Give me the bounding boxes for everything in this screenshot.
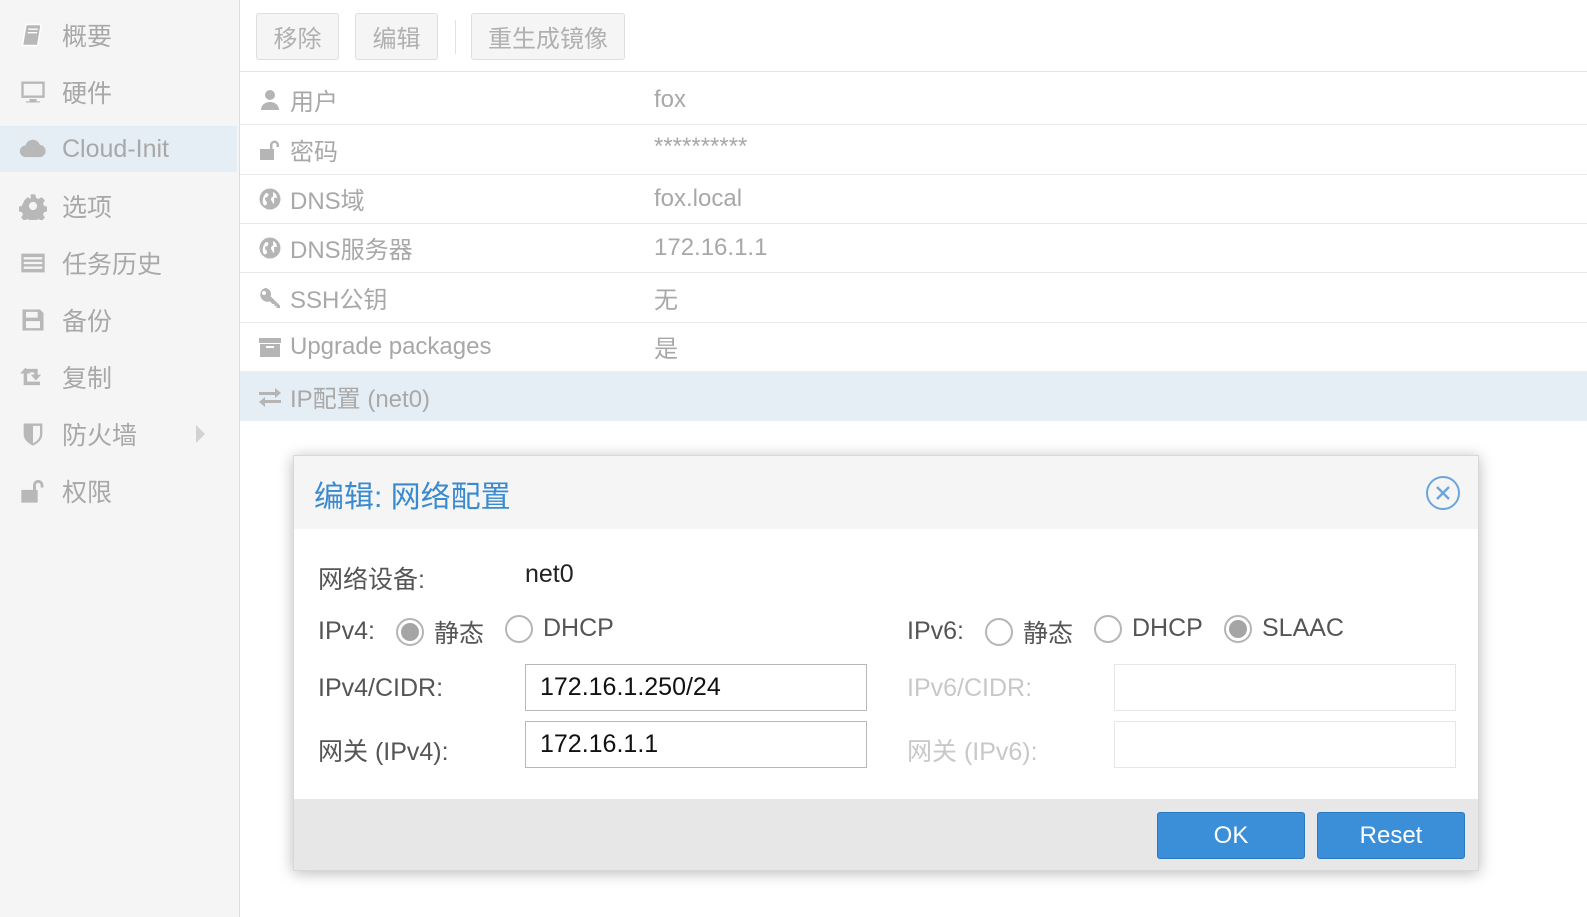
dialog-title: 编辑: 网络配置 bbox=[314, 481, 511, 514]
property-value: fox bbox=[654, 85, 687, 113]
sidebar-item-permissions[interactable]: 权限 bbox=[0, 468, 237, 514]
property-key: 密码 bbox=[290, 139, 338, 166]
edit-network-dialog: 编辑: 网络配置 网络设备: net0 IPv4: 静态 DHCP IPv6: … bbox=[293, 455, 1479, 871]
archive-icon bbox=[259, 337, 281, 357]
property-value: 172.16.1.1 bbox=[654, 233, 768, 261]
sidebar: 概要 硬件 Cloud-Init 选项 任务历史 备份 复制 防火墙 权限 bbox=[0, 0, 240, 917]
table-row-password[interactable]: 密码 ********** bbox=[240, 125, 1587, 175]
globe-icon bbox=[259, 188, 281, 209]
ipv6-cidr-input[interactable] bbox=[1114, 664, 1456, 711]
exchange-icon bbox=[259, 388, 281, 407]
globe-icon bbox=[259, 237, 281, 258]
unlock-icon bbox=[18, 476, 48, 506]
ok-button[interactable]: OK bbox=[1157, 812, 1305, 859]
radio-label: 静态 bbox=[1023, 620, 1074, 648]
sidebar-item-label: Cloud-Init bbox=[62, 134, 169, 163]
sidebar-item-firewall[interactable]: 防火墙 bbox=[0, 411, 237, 457]
property-value: ********** bbox=[654, 133, 748, 160]
close-icon bbox=[1436, 486, 1450, 500]
property-key: Upgrade packages bbox=[290, 332, 492, 360]
ipv6-gateway-input[interactable] bbox=[1114, 721, 1456, 768]
floppy-icon bbox=[18, 305, 48, 335]
ipv4-cidr-input[interactable]: 172.16.1.250/24 bbox=[525, 664, 867, 711]
ipv6-gateway-label: 网关 (IPv6): bbox=[907, 738, 1038, 766]
reset-button[interactable]: Reset bbox=[1317, 812, 1465, 859]
expand-arrow-icon[interactable] bbox=[196, 425, 205, 443]
ipv4-static-radio[interactable]: 静态 bbox=[396, 614, 484, 650]
sidebar-item-task-history[interactable]: 任务历史 bbox=[0, 240, 237, 286]
list-icon bbox=[18, 248, 48, 278]
ipv4-mode-label: IPv4: bbox=[318, 617, 375, 645]
table-row-ip-config[interactable]: IP配置 (net0) bbox=[240, 371, 1587, 421]
book-icon bbox=[18, 20, 48, 50]
radio-circle bbox=[396, 618, 424, 646]
gear-icon bbox=[18, 191, 48, 221]
ipv4-cidr-label: IPv4/CIDR: bbox=[318, 674, 444, 702]
radio-label: DHCP bbox=[1132, 614, 1203, 642]
property-key: IP配置 (net0) bbox=[290, 385, 431, 413]
radio-circle bbox=[1224, 614, 1252, 643]
ipv6-static-radio[interactable]: 静态 bbox=[985, 614, 1073, 650]
radio-label: 静态 bbox=[434, 620, 485, 648]
sidebar-item-label: 任务历史 bbox=[62, 251, 163, 279]
sidebar-item-options[interactable]: 选项 bbox=[0, 183, 237, 229]
remove-button[interactable]: 移除 bbox=[256, 13, 339, 60]
toolbar: 移除 编辑 重生成镜像 bbox=[240, 0, 1587, 72]
radio-circle bbox=[985, 618, 1013, 646]
sidebar-item-label: 概要 bbox=[62, 23, 113, 51]
sidebar-item-label: 防火墙 bbox=[62, 422, 138, 450]
radio-label: DHCP bbox=[543, 614, 614, 642]
edit-button[interactable]: 编辑 bbox=[355, 13, 438, 60]
property-key: SSH公钥 bbox=[290, 287, 388, 314]
ipv4-gateway-label: 网关 (IPv4): bbox=[318, 738, 449, 766]
ipv6-mode-label: IPv6: bbox=[907, 617, 964, 645]
unlock-icon bbox=[260, 140, 279, 160]
monitor-icon bbox=[18, 77, 48, 107]
cloud-icon bbox=[18, 134, 48, 164]
retweet-icon bbox=[18, 362, 48, 392]
dialog-header: 编辑: 网络配置 bbox=[294, 456, 1478, 529]
table-row-dns-server[interactable]: DNS服务器 172.16.1.1 bbox=[240, 223, 1587, 273]
radio-circle bbox=[505, 614, 533, 643]
close-button[interactable] bbox=[1426, 476, 1460, 510]
sidebar-item-backup[interactable]: 备份 bbox=[0, 297, 237, 343]
property-key: DNS域 bbox=[290, 188, 365, 215]
sidebar-item-hardware[interactable]: 硬件 bbox=[0, 69, 237, 115]
property-value: 是 bbox=[654, 336, 678, 363]
table-row-ssh-key[interactable]: SSH公钥 无 bbox=[240, 273, 1587, 323]
shield-icon bbox=[18, 419, 48, 449]
sidebar-item-label: 备份 bbox=[62, 308, 113, 336]
sidebar-item-replication[interactable]: 复制 bbox=[0, 354, 237, 400]
sidebar-item-label: 权限 bbox=[62, 479, 113, 507]
ipv4-dhcp-radio[interactable]: DHCP bbox=[505, 614, 614, 643]
dialog-footer: OK Reset bbox=[294, 799, 1478, 870]
network-device-value: net0 bbox=[525, 560, 574, 588]
regenerate-image-button[interactable]: 重生成镜像 bbox=[471, 13, 625, 60]
property-value: fox.local bbox=[654, 184, 743, 212]
radio-label: SLAAC bbox=[1262, 614, 1344, 642]
sidebar-item-label: 选项 bbox=[62, 194, 113, 222]
ipv4-gateway-input[interactable]: 172.16.1.1 bbox=[525, 721, 867, 768]
ipv6-dhcp-radio[interactable]: DHCP bbox=[1094, 614, 1203, 643]
table-row-upgrade-packages[interactable]: Upgrade packages 是 bbox=[240, 322, 1587, 372]
key-icon bbox=[260, 287, 280, 308]
toolbar-separator bbox=[455, 20, 456, 54]
property-key: 用户 bbox=[290, 89, 338, 116]
sidebar-item-cloud-init[interactable]: Cloud-Init bbox=[0, 126, 237, 172]
sidebar-item-summary[interactable]: 概要 bbox=[0, 12, 237, 58]
user-icon bbox=[261, 89, 279, 110]
dialog-body: 网络设备: net0 IPv4: 静态 DHCP IPv6: 静态 DHCP S… bbox=[294, 529, 1478, 799]
ipv6-slaac-radio[interactable]: SLAAC bbox=[1224, 614, 1344, 643]
property-value: 无 bbox=[654, 287, 678, 314]
sidebar-item-label: 复制 bbox=[62, 365, 113, 393]
property-key: DNS服务器 bbox=[290, 237, 413, 264]
radio-circle bbox=[1094, 614, 1122, 643]
table-row-dns-domain[interactable]: DNS域 fox.local bbox=[240, 174, 1587, 224]
sidebar-item-label: 硬件 bbox=[62, 80, 113, 108]
table-row-user[interactable]: 用户 fox bbox=[240, 75, 1587, 125]
network-device-label: 网络设备: bbox=[318, 566, 425, 594]
ipv6-cidr-label: IPv6/CIDR: bbox=[907, 674, 1033, 702]
